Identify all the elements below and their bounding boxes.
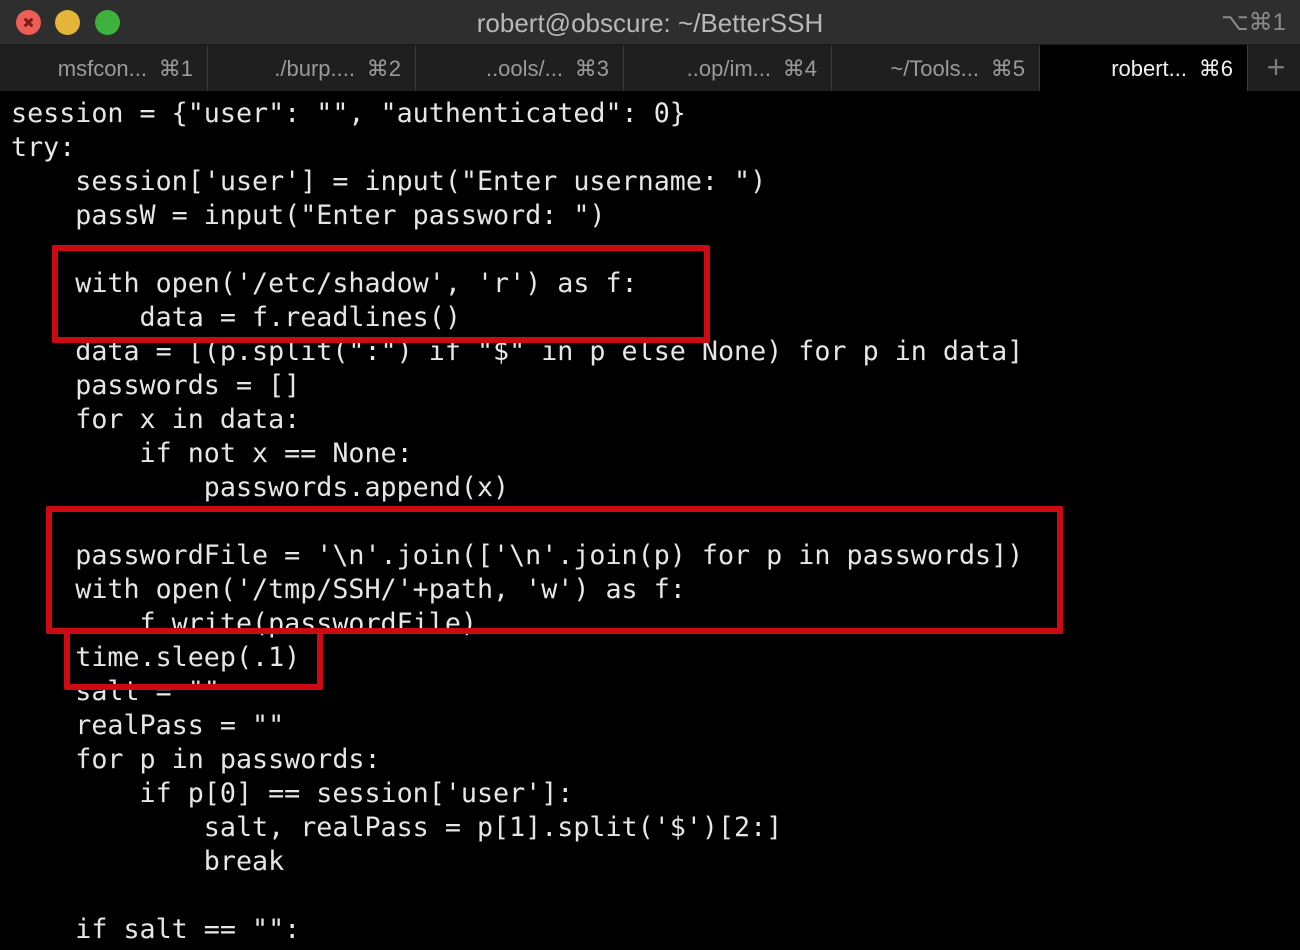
window-title: robert@obscure: ~/BetterSSH (476, 8, 824, 38)
tab-3[interactable]: ..ools/... ⌘3 (416, 45, 624, 91)
code-line: session = {"user": "", "authenticated": … (11, 98, 686, 129)
code-line: passwords.append(x) (11, 472, 510, 503)
code-line: for x in data: (11, 404, 301, 435)
code-line: passW = input("Enter password: ") (11, 200, 606, 231)
tab-label: robert... (1111, 56, 1187, 81)
tab-label: ~/Tools... (890, 56, 979, 81)
new-tab-button[interactable]: + (1252, 45, 1300, 91)
highlight-box-password-write (46, 506, 1063, 634)
title-bar: robert@obscure: ~/BetterSSH ⌥⌘1 (0, 0, 1300, 45)
tab-label: ..ools/... (485, 56, 563, 81)
tab-shortcut: ⌘5 (990, 56, 1025, 81)
code-line: session['user'] = input("Enter username:… (11, 166, 767, 197)
code-line: if not x == None: (11, 438, 413, 469)
code-line: for p in passwords: (11, 744, 381, 775)
tab-2[interactable]: ./burp.... ⌘2 (208, 45, 416, 91)
code-line: salt, realPass = p[1].split('$')[2:] (11, 812, 783, 843)
code-line: if salt == "": (11, 914, 301, 945)
tab-bar: msfcon... ⌘1 ./burp.... ⌘2 ..ools/... ⌘3… (0, 45, 1300, 91)
tab-label: msfcon... (57, 56, 147, 81)
tab-5[interactable]: ~/Tools... ⌘5 (832, 45, 1040, 91)
code-line: try: (11, 132, 76, 163)
tab-1[interactable]: msfcon... ⌘1 (0, 45, 208, 91)
window-shortcut: ⌥⌘1 (1220, 9, 1286, 36)
tab-shortcut: ⌘6 (1198, 56, 1233, 81)
code-line: passwords = [] (11, 370, 301, 401)
highlight-box-sleep (64, 628, 323, 690)
highlight-box-shadow-read (52, 245, 710, 343)
tab-4[interactable]: ..op/im... ⌘4 (624, 45, 832, 91)
code-line: realPass = "" (11, 710, 285, 741)
tab-shortcut: ⌘4 (782, 56, 817, 81)
tab-shortcut: ⌘2 (366, 56, 401, 81)
code-line: break (11, 846, 285, 877)
tab-shortcut: ⌘3 (574, 56, 609, 81)
tab-label: ..op/im... (686, 56, 771, 81)
tab-6-active[interactable]: robert... ⌘6 (1040, 45, 1248, 91)
tab-shortcut: ⌘1 (158, 56, 193, 81)
terminal-output[interactable]: session = {"user": "", "authenticated": … (0, 92, 1300, 950)
code-line: if p[0] == session['user']: (11, 778, 574, 809)
tab-label: ./burp.... (274, 56, 355, 81)
